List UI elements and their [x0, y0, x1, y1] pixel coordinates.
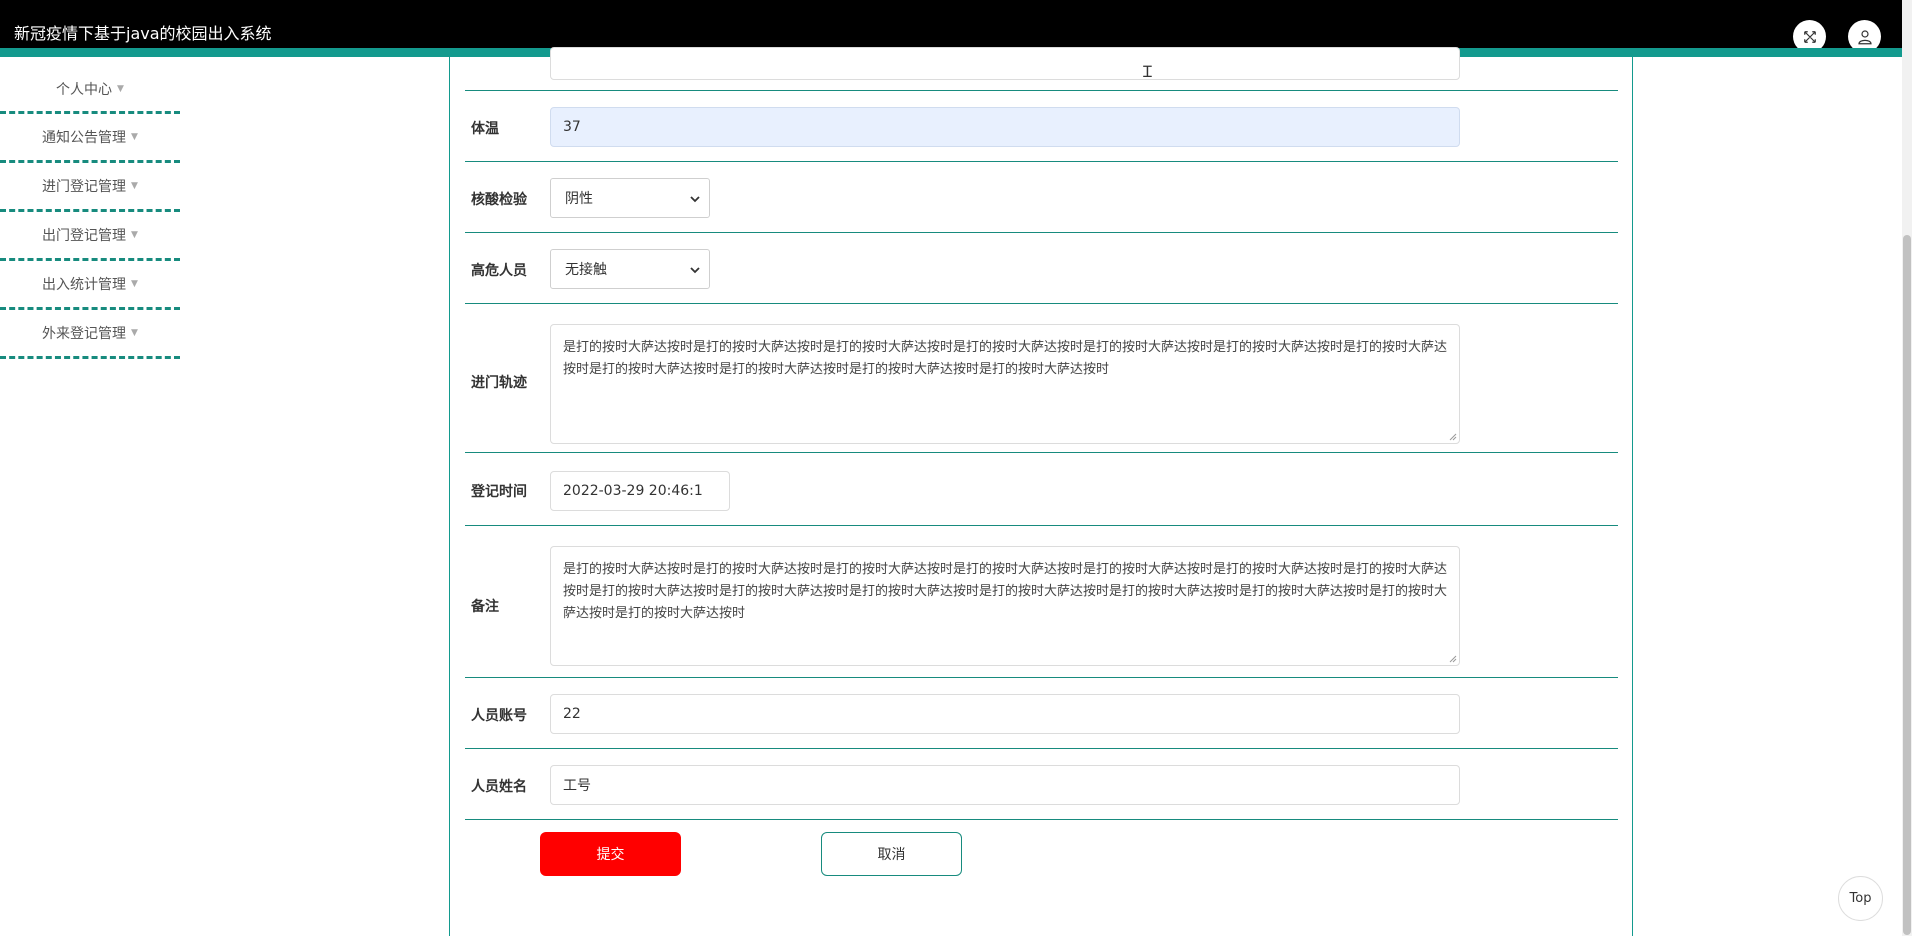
temperature-input[interactable]: 37: [550, 107, 1460, 147]
remark-label: 备注: [471, 599, 499, 615]
caret-down-icon: ▼: [131, 328, 138, 338]
nucleic-test-value: 阴性: [565, 191, 593, 207]
form-row-entry-track: 进门轨迹 是打的按时大萨达按时是打的按时大萨达按时是打的按时大萨达按时是打的按时…: [465, 304, 1618, 453]
entry-track-text: 是打的按时大萨达按时是打的按时大萨达按时是打的按时大萨达按时是打的按时大萨达按时…: [563, 340, 1448, 377]
high-risk-value: 无接触: [565, 262, 607, 278]
scrollbar-thumb[interactable]: [1903, 235, 1911, 935]
account-label: 人员账号: [471, 708, 527, 724]
nucleic-test-label: 核酸检验: [471, 192, 527, 208]
sidebar-item-label: 出门登记管理: [42, 228, 127, 244]
resize-handle-icon[interactable]: [1449, 433, 1457, 441]
remark-textarea[interactable]: 是打的按时大萨达按时是打的按时大萨达按时是打的按时大萨达按时是打的按时大萨达按时…: [550, 546, 1460, 666]
form-row-name: 人员姓名 工号: [465, 749, 1618, 820]
resize-handle-icon[interactable]: [1449, 655, 1457, 663]
register-time-label: 登记时间: [471, 484, 527, 500]
caret-down-icon: ▼: [131, 181, 138, 191]
fullscreen-icon: [1803, 30, 1816, 43]
page-scrollbar[interactable]: [1902, 0, 1912, 936]
register-time-input[interactable]: 2022-03-29 20:46:1: [550, 471, 730, 511]
app-title: 新冠疫情下基于java的校园出入系统: [14, 24, 272, 43]
remark-text: 是打的按时大萨达按时是打的按时大萨达按时是打的按时大萨达按时是打的按时大萨达按时…: [563, 562, 1448, 621]
submit-button[interactable]: 提交: [540, 832, 681, 876]
form-row-nucleic-test: 核酸检验 阴性: [465, 162, 1618, 233]
sidebar-item-entry-management[interactable]: 进门登记管理 ▼: [0, 163, 180, 212]
sidebar-item-exit-management[interactable]: 出门登记管理 ▼: [0, 212, 180, 261]
form-row-temperature: 体温 37: [465, 91, 1618, 162]
caret-down-icon: ▼: [131, 132, 138, 142]
sidebar: 个人中心 ▼ 通知公告管理 ▼ 进门登记管理 ▼ 出门登记管理 ▼ 出入统计管理…: [0, 67, 180, 359]
sidebar-item-label: 外来登记管理: [42, 326, 127, 342]
form-row-remark: 备注 是打的按时大萨达按时是打的按时大萨达按时是打的按时大萨达按时是打的按时大萨…: [465, 526, 1618, 678]
form-row-account: 人员账号 22: [465, 678, 1618, 749]
temperature-label: 体温: [471, 121, 499, 137]
sidebar-item-label: 进门登记管理: [42, 179, 127, 195]
user-icon: [1857, 29, 1872, 44]
sidebar-item-personal-center[interactable]: 个人中心 ▼: [0, 67, 180, 114]
back-to-top-button[interactable]: Top: [1838, 876, 1883, 921]
clipped-input[interactable]: [550, 47, 1460, 80]
sidebar-item-notice-management[interactable]: 通知公告管理 ▼: [0, 114, 180, 163]
caret-down-icon: ▼: [131, 279, 138, 289]
chevron-down-icon: [690, 196, 700, 203]
sidebar-item-visitor-management[interactable]: 外来登记管理 ▼: [0, 310, 180, 359]
high-risk-select[interactable]: 无接触: [550, 249, 710, 289]
nucleic-test-select[interactable]: 阴性: [550, 178, 710, 218]
sidebar-item-label: 通知公告管理: [42, 130, 127, 146]
name-label: 人员姓名: [471, 779, 527, 795]
caret-down-icon: ▼: [131, 230, 138, 240]
sidebar-item-label: 出入统计管理: [42, 277, 127, 293]
sidebar-item-stats-management[interactable]: 出入统计管理 ▼: [0, 261, 180, 310]
chevron-down-icon: [690, 267, 700, 274]
form-row-register-time: 登记时间 2022-03-29 20:46:1: [465, 453, 1618, 526]
form-row-high-risk: 高危人员 无接触: [465, 233, 1618, 304]
entry-track-label: 进门轨迹: [471, 375, 527, 391]
form-panel: 体温 37 核酸检验 阴性 高危人员 无接触 进门轨迹 是打的按时大萨达按时是打…: [449, 47, 1633, 936]
account-input[interactable]: 22: [550, 694, 1460, 734]
text-cursor-icon: Ɪ: [1143, 62, 1152, 81]
form-row-clipped: [465, 47, 1618, 91]
cancel-button[interactable]: 取消: [821, 832, 962, 876]
entry-track-textarea[interactable]: 是打的按时大萨达按时是打的按时大萨达按时是打的按时大萨达按时是打的按时大萨达按时…: [550, 324, 1460, 444]
name-input[interactable]: 工号: [550, 765, 1460, 805]
caret-down-icon: ▼: [117, 84, 124, 94]
sidebar-item-label: 个人中心: [56, 82, 113, 98]
high-risk-label: 高危人员: [471, 263, 527, 279]
